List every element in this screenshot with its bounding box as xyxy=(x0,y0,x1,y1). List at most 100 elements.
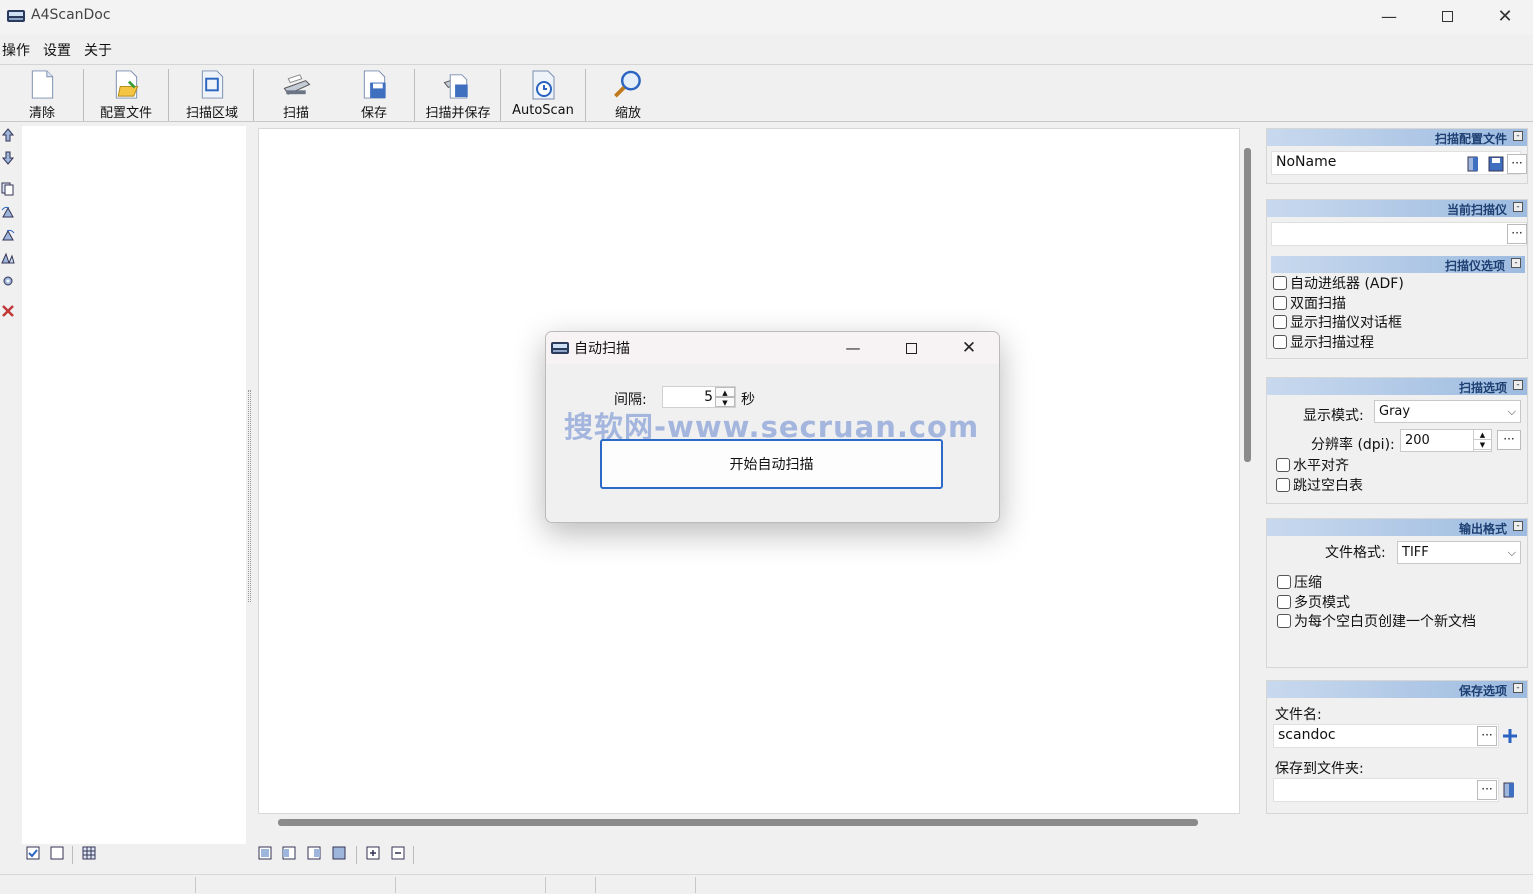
deselect-icon[interactable] xyxy=(50,846,64,860)
chevron-down-icon: ⌵ xyxy=(1507,546,1516,559)
new-doc-per-blank-checkbox[interactable]: 为每个空白页创建一个新文档 xyxy=(1277,611,1476,631)
thumbnail-panel[interactable] xyxy=(22,126,246,844)
grid-view-icon[interactable] xyxy=(82,846,96,860)
zoom-button[interactable]: 缩放 xyxy=(610,69,646,121)
rotate-left-icon[interactable] xyxy=(1,205,15,219)
collapse-icon[interactable]: - xyxy=(1513,202,1523,212)
scanner-field[interactable] xyxy=(1271,222,1527,246)
browse-folder-icon[interactable] xyxy=(1501,781,1519,799)
scan-button[interactable]: 扫描 xyxy=(278,69,314,121)
show-progress-checkbox[interactable]: 显示扫描过程 xyxy=(1273,332,1374,352)
section-title: 当前扫描仪 xyxy=(1446,203,1507,217)
section-title: 扫描选项 xyxy=(1458,381,1507,395)
rotate-right-icon[interactable] xyxy=(1,228,15,242)
scanner-section: 当前扫描仪 - ··· 扫描仪选项 - 自动进纸器 (ADF) 双面扫描 显示扫描仪… xyxy=(1266,199,1528,359)
fit-height-icon[interactable] xyxy=(307,846,321,860)
menu-settings[interactable]: 设置 xyxy=(43,40,71,60)
save-options-section: 保存选项 - 文件名: scandoc ··· 保存到文件夹: ··· xyxy=(1266,680,1528,814)
resolution-label: 分辨率 (dpi): xyxy=(1311,437,1395,453)
resolution-spinner[interactable]: 200 ▲ ▼ xyxy=(1400,429,1492,452)
clear-button[interactable]: 清除 xyxy=(26,69,58,121)
minimize-button[interactable]: — xyxy=(1360,0,1418,32)
filename-field[interactable]: scandoc xyxy=(1273,724,1499,748)
close-icon: ✕ xyxy=(1497,5,1513,27)
folder-label: 保存到文件夹: xyxy=(1275,761,1364,777)
display-mode-select[interactable]: Gray ⌵ xyxy=(1374,400,1521,423)
vertical-scrollbar[interactable] xyxy=(1244,148,1251,462)
profile-button[interactable]: 配置文件 xyxy=(96,69,156,121)
menu-operations[interactable]: 操作 xyxy=(2,40,30,60)
fit-width-icon[interactable] xyxy=(282,846,296,860)
panel-splitter[interactable] xyxy=(248,390,251,602)
horizontal-align-checkbox[interactable]: 水平对齐 xyxy=(1276,455,1349,475)
add-icon[interactable] xyxy=(1501,727,1519,745)
maximize-icon xyxy=(905,342,917,354)
dialog-minimize-button[interactable]: — xyxy=(824,332,882,364)
chevron-down-icon: ⌵ xyxy=(1507,405,1516,418)
save-profile-icon[interactable] xyxy=(1487,155,1505,173)
skip-blank-checkbox[interactable]: 跳过空白表 xyxy=(1276,475,1363,495)
menu-bar: 操作 设置 关于 xyxy=(0,36,1533,62)
scan-area-button[interactable]: 扫描区域 xyxy=(182,69,242,121)
section-title: 扫描配置文件 xyxy=(1434,132,1507,146)
scan-and-save-button[interactable]: 扫描并保存 xyxy=(422,69,494,121)
select-scanner-button[interactable]: ··· xyxy=(1507,224,1527,244)
spin-up-icon[interactable]: ▲ xyxy=(1474,430,1491,440)
actual-size-icon[interactable] xyxy=(332,846,346,860)
move-up-icon[interactable] xyxy=(1,128,15,142)
multipage-checkbox[interactable]: 多页模式 xyxy=(1277,592,1350,612)
duplex-checkbox[interactable]: 双面扫描 xyxy=(1273,293,1346,313)
display-mode-label: 显示模式: xyxy=(1303,408,1364,424)
folder-more-button[interactable]: ··· xyxy=(1477,780,1497,800)
zoom-in-icon[interactable] xyxy=(366,846,380,860)
scan-save-icon xyxy=(443,74,468,99)
scanner-icon xyxy=(283,74,311,95)
scan-options-section: 扫描选项 - 显示模式: Gray ⌵ 分辨率 (dpi): 200 ▲ ▼ ··· … xyxy=(1266,377,1528,504)
folder-field[interactable] xyxy=(1273,778,1499,802)
horizontal-scrollbar[interactable] xyxy=(278,819,1198,826)
spin-down-icon[interactable]: ▼ xyxy=(1474,440,1491,450)
adjust-icon[interactable] xyxy=(1,274,15,288)
open-profile-icon[interactable] xyxy=(1465,155,1483,173)
filename-more-button[interactable]: ··· xyxy=(1477,726,1497,746)
collapse-icon[interactable]: - xyxy=(1513,683,1523,693)
menu-about[interactable]: 关于 xyxy=(84,40,112,60)
collapse-icon[interactable]: - xyxy=(1513,131,1523,141)
save-button[interactable]: 保存 xyxy=(356,69,392,121)
close-button[interactable]: ✕ xyxy=(1476,0,1533,32)
file-format-select[interactable]: TIFF ⌵ xyxy=(1397,541,1521,564)
profile-name-field[interactable]: NoName xyxy=(1271,151,1521,175)
resolution-more-button[interactable]: ··· xyxy=(1497,430,1521,450)
select-all-icon[interactable] xyxy=(26,846,40,860)
spin-up-icon[interactable]: ▲ xyxy=(715,387,735,397)
collapse-icon[interactable]: - xyxy=(1513,380,1523,390)
start-autoscan-button[interactable]: 开始自动扫描 xyxy=(600,439,943,489)
title-bar: A4ScanDoc — ✕ xyxy=(0,0,1533,34)
zoom-out-icon[interactable] xyxy=(391,846,405,860)
save-disk-icon xyxy=(363,70,386,99)
section-title: 保存选项 xyxy=(1458,684,1507,698)
window-title: A4ScanDoc xyxy=(31,7,111,23)
section-title: 扫描仪选项 xyxy=(1444,259,1505,273)
copy-page-icon[interactable] xyxy=(1,182,15,196)
fit-page-icon[interactable] xyxy=(258,846,272,860)
delete-page-icon[interactable] xyxy=(1,304,15,318)
collapse-icon[interactable]: - xyxy=(1513,521,1523,531)
dialog-close-button[interactable]: ✕ xyxy=(940,332,998,364)
section-title: 输出格式 xyxy=(1458,522,1507,536)
blank-page-icon xyxy=(31,70,54,99)
close-icon: ✕ xyxy=(961,338,977,358)
dialog-maximize-button[interactable] xyxy=(882,332,940,364)
autoscan-button[interactable]: AutoScan xyxy=(512,69,574,121)
collapse-icon[interactable]: - xyxy=(1511,258,1521,268)
show-dialog-checkbox[interactable]: 显示扫描仪对话框 xyxy=(1273,312,1402,332)
output-format-section: 输出格式 - 文件格式: TIFF ⌵ 压缩 多页模式 为每个空白页创建一个新文档 xyxy=(1266,518,1528,668)
maximize-button[interactable] xyxy=(1418,0,1476,32)
move-down-icon[interactable] xyxy=(1,151,15,165)
filename-label: 文件名: xyxy=(1275,707,1322,723)
compress-checkbox[interactable]: 压缩 xyxy=(1277,572,1322,592)
page-tools-strip xyxy=(0,124,20,844)
flip-icon[interactable] xyxy=(1,251,15,265)
adf-checkbox[interactable]: 自动进纸器 (ADF) xyxy=(1273,273,1404,293)
profile-more-button[interactable]: ··· xyxy=(1507,154,1527,174)
